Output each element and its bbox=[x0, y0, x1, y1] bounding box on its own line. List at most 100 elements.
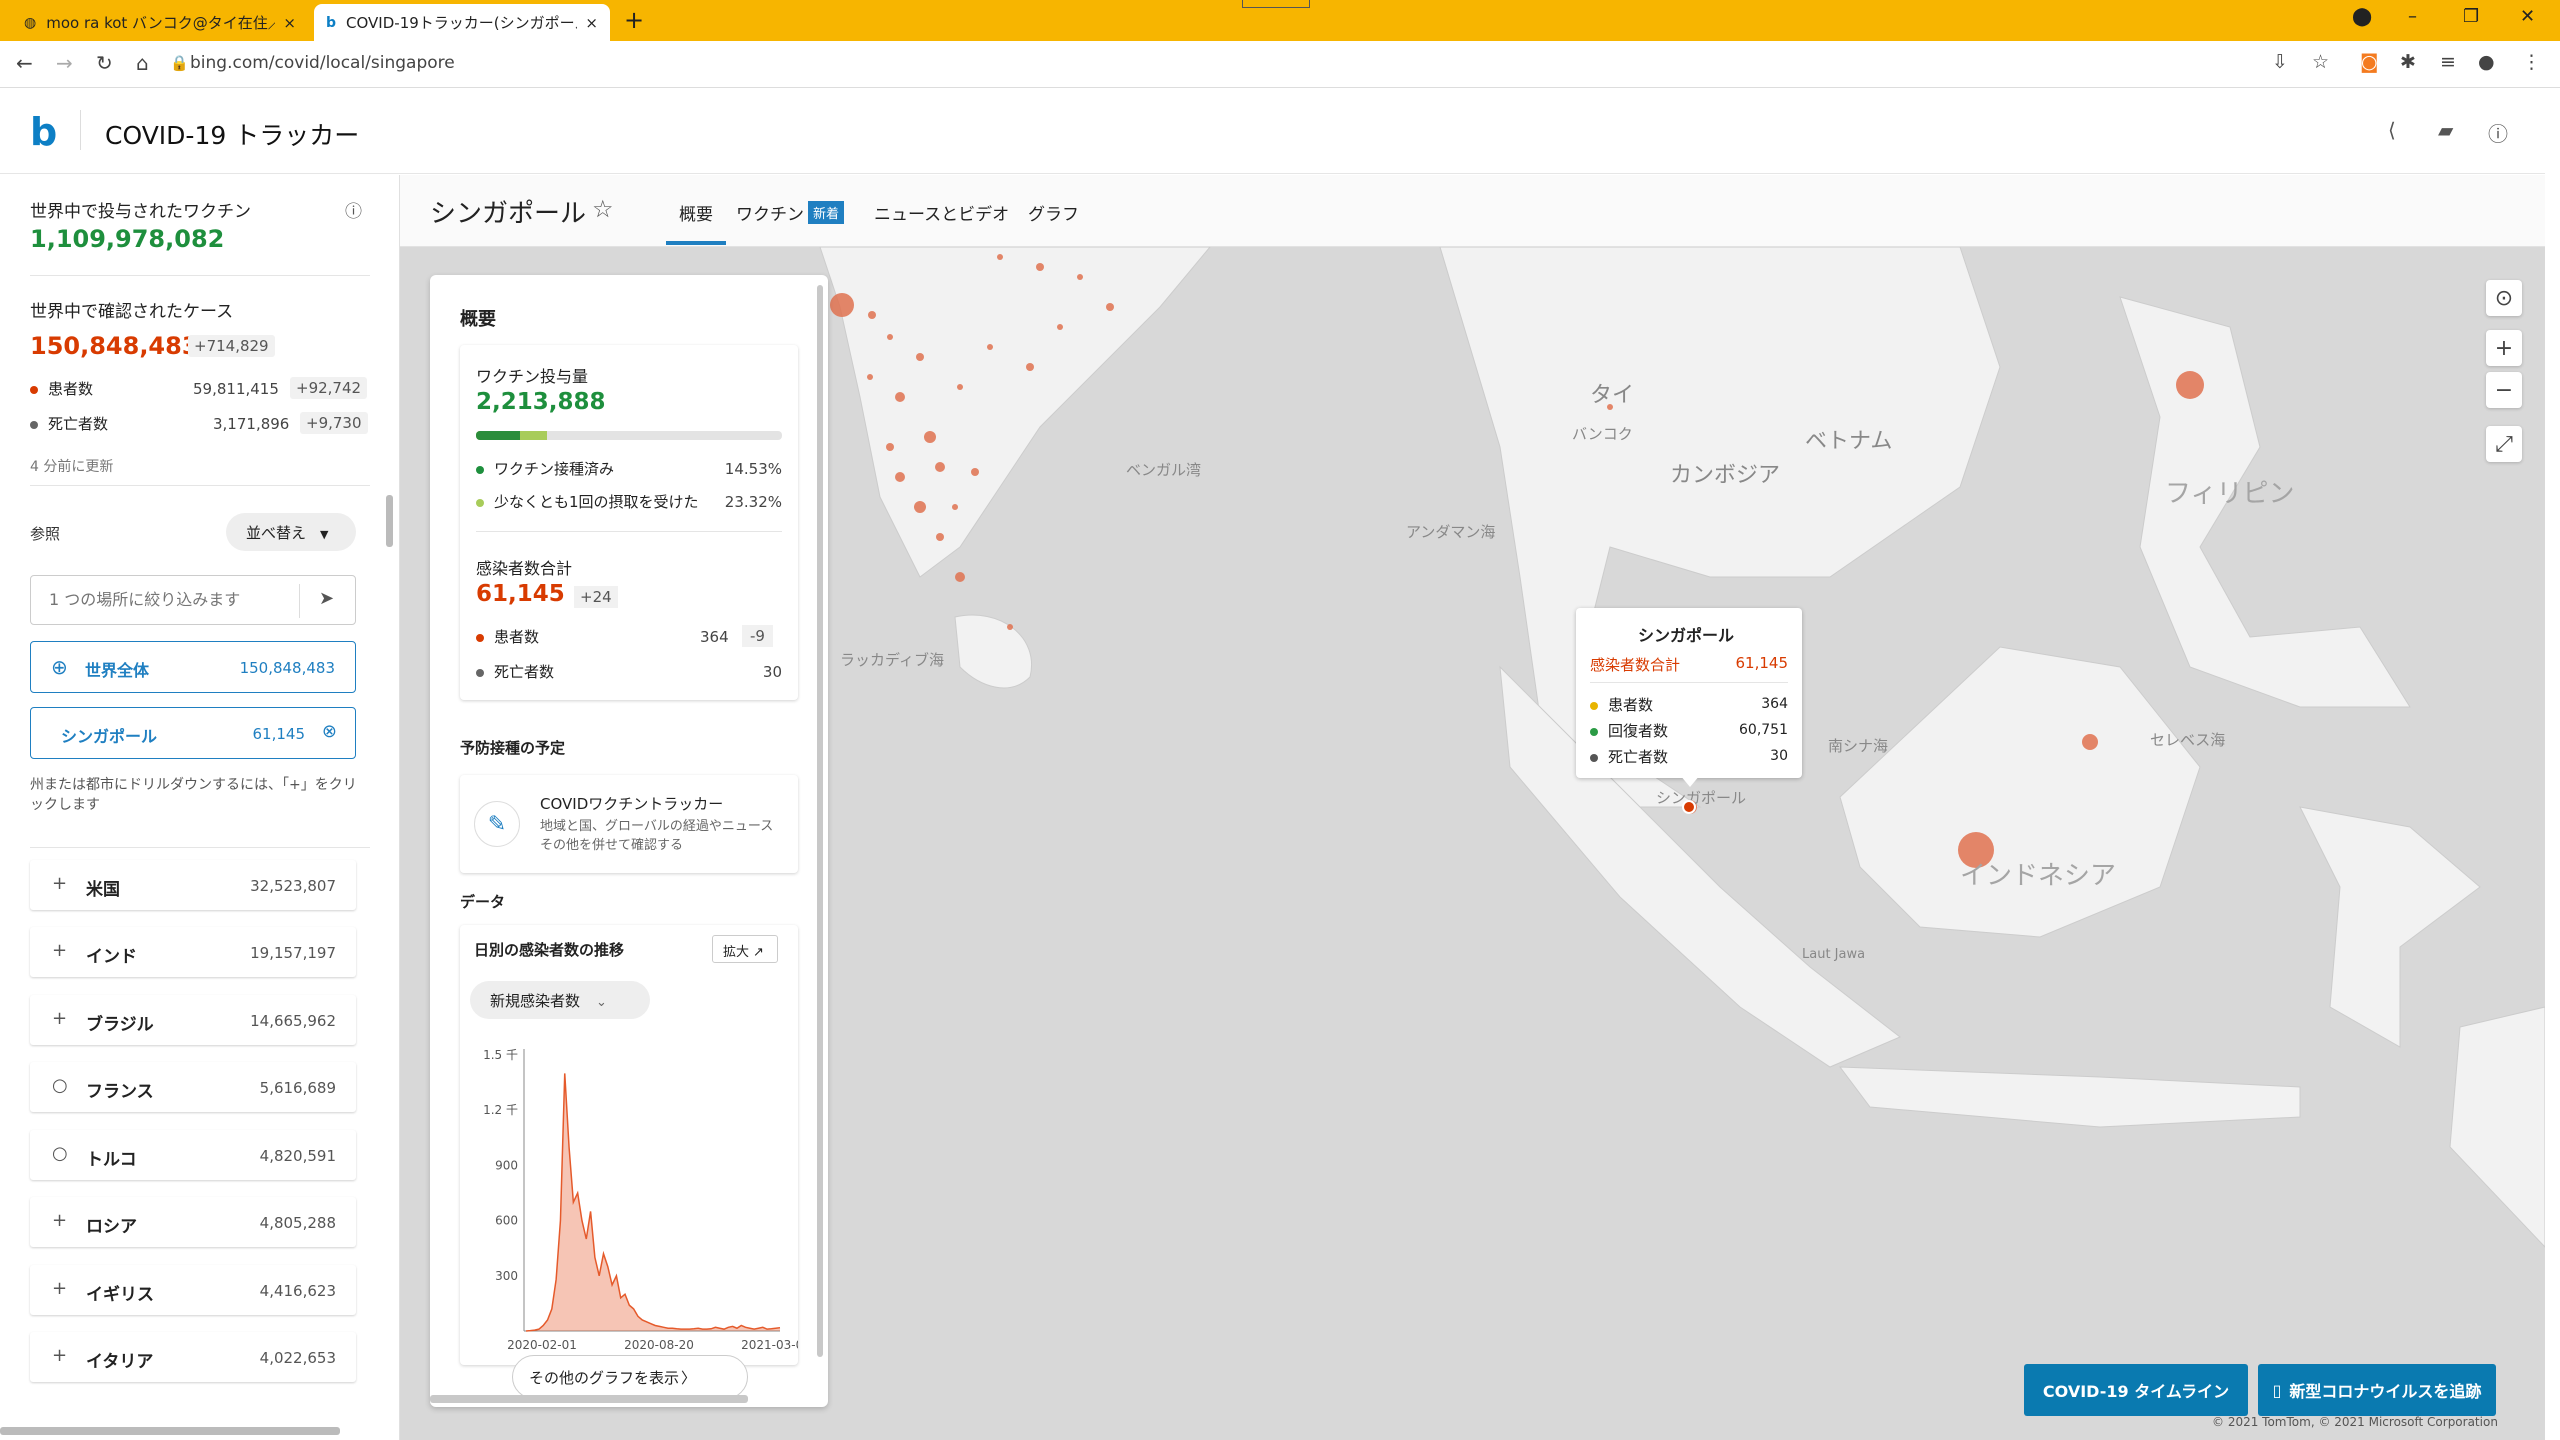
map-label: バンコク bbox=[1572, 425, 1633, 443]
list-item[interactable]: ○ トルコ 4,820,591 bbox=[30, 1130, 356, 1180]
reading-list-icon[interactable]: ≡ bbox=[2440, 51, 2456, 73]
globe-icon: ◍ bbox=[24, 14, 37, 31]
url-field[interactable]: bing.com/covid/local/singapore bbox=[190, 53, 455, 73]
zoom-out-button[interactable]: − bbox=[2486, 372, 2522, 408]
list-item[interactable]: ○ フランス 5,616,689 bbox=[30, 1062, 356, 1112]
map-copyright: © 2021 TomTom, © 2021 Microsoft Corporat… bbox=[2212, 1415, 2498, 1429]
selected-location-item[interactable]: シンガポール 61,145 ⊗ bbox=[30, 707, 356, 759]
browser-tab-2[interactable]: b COVID-19トラッカー(シンガポール) - B × bbox=[314, 4, 610, 41]
expand-icon[interactable]: + bbox=[52, 1008, 67, 1029]
avatar[interactable]: ● bbox=[2478, 51, 2495, 73]
sort-button[interactable]: 並べ替え ▼ bbox=[226, 513, 356, 551]
expand-icon[interactable]: + bbox=[52, 1210, 67, 1231]
close-icon[interactable]: × bbox=[283, 14, 296, 32]
new-tab-button[interactable]: + bbox=[624, 6, 644, 34]
tooltip-pointer bbox=[1680, 775, 1700, 787]
back-icon[interactable]: ← bbox=[16, 51, 33, 75]
install-icon[interactable]: ⇩ bbox=[2272, 51, 2288, 73]
world-label: 世界全体 bbox=[85, 661, 150, 680]
vacc-one-row: 少なくとも1回の摂取を受けた bbox=[476, 491, 699, 512]
tab-graph[interactable]: グラフ bbox=[1028, 200, 1079, 225]
rss-icon[interactable]: ◙ bbox=[2360, 51, 2378, 73]
tooltip-total-value: 61,145 bbox=[1735, 654, 1789, 672]
sidebar-scrollbar[interactable] bbox=[386, 495, 393, 547]
forward-icon[interactable]: → bbox=[56, 51, 73, 75]
location-arrow-icon[interactable]: ➤ bbox=[319, 588, 334, 609]
reload-icon[interactable]: ↻ bbox=[96, 51, 113, 75]
sidebar-hscrollbar[interactable] bbox=[0, 1427, 340, 1435]
feedback-icon[interactable]: ▰ bbox=[2438, 118, 2453, 142]
red-dot-icon bbox=[30, 385, 38, 394]
search-input[interactable] bbox=[31, 576, 301, 622]
clear-icon[interactable]: ⊗ bbox=[322, 721, 337, 742]
total-value: 61,145 bbox=[476, 581, 565, 607]
share-icon[interactable]: ⟨ bbox=[2388, 118, 2396, 142]
extensions-icon[interactable]: ✱ bbox=[2400, 51, 2416, 73]
tab-label: moo ra kot バンコク@タイ在住／家 bbox=[46, 14, 276, 32]
minimize-icon[interactable]: – bbox=[2408, 6, 2417, 27]
more-graphs-button[interactable]: その他のグラフを表示〉 bbox=[512, 1355, 748, 1399]
track-label: 新型コロナウイルスを追跡 bbox=[2289, 1382, 2482, 1401]
track-covid-button[interactable]: ▯ 新型コロナウイルスを追跡 bbox=[2258, 1364, 2496, 1416]
list-item[interactable]: + インド 19,157,197 bbox=[30, 927, 356, 977]
expand-icon[interactable]: + bbox=[52, 940, 67, 961]
total-delta: +24 bbox=[574, 586, 618, 608]
vaccine-tracker-card[interactable]: ✎ COVIDワクチントラッカー 地域と国、グローバルの経過やニュースその他を併… bbox=[460, 775, 798, 873]
country-name: フランス bbox=[86, 1082, 154, 1102]
panel-title: 概要 bbox=[460, 309, 496, 330]
fullscreen-icon[interactable]: ⤢ bbox=[2486, 426, 2522, 462]
favorite-star-icon[interactable]: ☆ bbox=[592, 195, 614, 223]
expand-icon[interactable]: + bbox=[52, 873, 67, 894]
country-value: 4,022,653 bbox=[259, 1349, 336, 1367]
list-item[interactable]: + 米国 32,523,807 bbox=[30, 860, 356, 910]
world-total-item[interactable]: ⊕ 世界全体 150,848,483 bbox=[30, 641, 356, 693]
full-dose-fill bbox=[476, 431, 521, 440]
x-tick-label: 2020-02-01 bbox=[507, 1338, 577, 1352]
country-name: インド bbox=[86, 947, 137, 967]
list-item[interactable]: + ロシア 4,805,288 bbox=[30, 1197, 356, 1247]
map-label: タイ bbox=[1590, 383, 1635, 408]
search-box: ➤ bbox=[30, 575, 356, 625]
list-item[interactable]: + ブラジル 14,665,962 bbox=[30, 995, 356, 1045]
list-item[interactable]: + イギリス 4,416,623 bbox=[30, 1265, 356, 1315]
zoom-in-button[interactable]: + bbox=[2486, 330, 2522, 366]
home-icon[interactable]: ⌂ bbox=[136, 51, 149, 75]
metric-dropdown[interactable]: 新規感染者数 ⌄ bbox=[470, 981, 650, 1019]
bing-logo-icon[interactable]: b bbox=[30, 110, 57, 154]
tab-search-handle bbox=[1242, 0, 1310, 8]
info-icon[interactable]: ⓘ bbox=[2488, 118, 2508, 147]
list-item[interactable]: + イタリア 4,022,653 bbox=[30, 1332, 356, 1382]
expand-icon[interactable]: + bbox=[52, 1278, 67, 1299]
timeline-button[interactable]: COVID-19 タイムライン bbox=[2024, 1364, 2248, 1416]
panel-active-label: 患者数 bbox=[494, 628, 540, 646]
divider bbox=[476, 531, 782, 532]
vaccine-doses-value: 2,213,888 bbox=[476, 389, 606, 415]
data-label: データ bbox=[460, 893, 506, 911]
panel-scrollbar[interactable] bbox=[817, 285, 823, 1357]
browser-tab-1[interactable]: ◍ moo ra kot バンコク@タイ在住／家 × bbox=[12, 4, 308, 41]
country-name: ロシア bbox=[86, 1217, 137, 1237]
locate-icon[interactable]: ⊙ bbox=[2486, 280, 2522, 316]
star-icon[interactable]: ☆ bbox=[2312, 51, 2329, 73]
panel-deaths-row: 死亡者数 bbox=[476, 661, 554, 682]
chevron-down-icon: ▼ bbox=[320, 528, 329, 541]
tab-news[interactable]: ニュースとビデオ bbox=[874, 200, 1009, 225]
maximize-icon[interactable]: ❐ bbox=[2463, 6, 2479, 27]
tab-vaccine[interactable]: ワクチン bbox=[736, 200, 804, 225]
close-icon[interactable]: × bbox=[585, 14, 598, 32]
window-close-icon[interactable]: ✕ bbox=[2520, 6, 2535, 27]
vacc-full-label: ワクチン接種済み bbox=[494, 460, 615, 478]
expand-icon[interactable]: + bbox=[52, 1345, 67, 1366]
deaths-value: 3,171,896 bbox=[213, 415, 290, 433]
menu-icon[interactable]: ⋮ bbox=[2522, 51, 2541, 73]
info-icon[interactable]: ⓘ bbox=[345, 197, 362, 222]
singapore-marker[interactable] bbox=[1682, 800, 1696, 814]
location-title: シンガポール bbox=[430, 199, 587, 229]
panel-hscrollbar[interactable] bbox=[430, 1395, 748, 1403]
lock-icon: 🔒 bbox=[170, 54, 189, 72]
tab-overview[interactable]: 概要 bbox=[679, 200, 713, 225]
expand-button[interactable]: 拡大 ↗ bbox=[712, 935, 778, 963]
profile-menu-icon[interactable]: ⬤ bbox=[2352, 6, 2372, 27]
map-label: インドネシア bbox=[1960, 861, 2117, 891]
tab-label: COVID-19トラッカー(シンガポール) - B bbox=[346, 14, 578, 32]
